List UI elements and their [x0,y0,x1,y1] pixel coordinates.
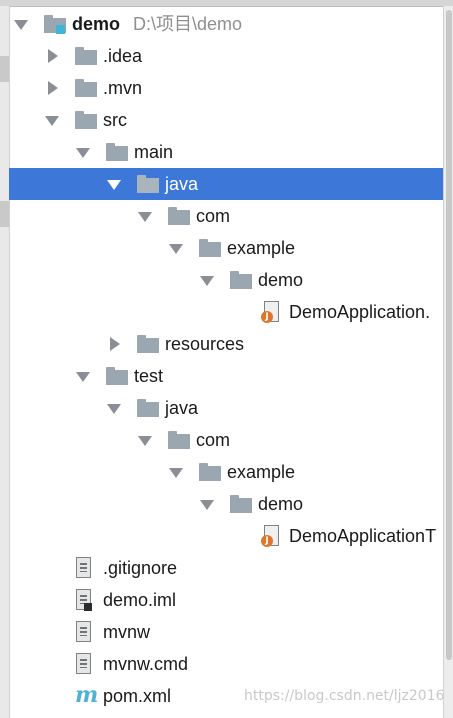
scrollbar-thumb[interactable] [446,10,452,660]
package-folder-icon [230,269,252,291]
tree-item-label: demo.iml [103,590,177,610]
tree-row-mvnw-cmd[interactable]: mvnw.cmd [9,648,443,680]
tree-item-label: demo [258,270,304,290]
folder-icon [75,109,97,131]
java-class-icon: J [261,301,283,323]
project-name: demo [72,14,121,34]
tree-row-demo-iml[interactable]: demo.iml [9,584,443,616]
java-class-icon: J [261,525,283,547]
tree-row-com[interactable]: com [9,200,443,232]
tree-row-mvn[interactable]: .mvn [9,72,443,104]
project-path: D:\项目\demo [133,14,243,34]
tree-item-label: .mvn [103,78,143,98]
tree-row-resources[interactable]: resources [9,328,443,360]
package-folder-icon [168,205,190,227]
folder-icon [106,365,128,387]
expand-arrow-icon[interactable] [169,241,183,255]
tree-item-label: .gitignore [103,558,178,578]
tree-row-project-root[interactable]: demo D:\项目\demo [9,8,443,40]
project-tree[interactable]: demo D:\项目\demo .idea .mvn src main java… [9,6,443,718]
gutter-tab[interactable] [0,56,9,82]
expand-arrow-icon[interactable] [45,113,59,127]
tree-item-label: com [196,206,231,226]
text-file-icon [73,557,95,579]
tree-row-demo-package[interactable]: demo [9,264,443,296]
tree-row-test-demo[interactable]: demo [9,488,443,520]
tree-row-demo-application-tests[interactable]: J DemoApplicationT [9,520,443,552]
resources-folder-icon [137,333,159,355]
text-file-icon [73,653,95,675]
tree-item-label: example [227,462,296,482]
tree-item-label: java [165,174,199,194]
expand-arrow-icon[interactable] [107,401,121,415]
watermark: https://blog.csdn.net/ljz2016 [244,688,445,704]
gutter-tab[interactable] [0,201,9,227]
tree-item-label: example [227,238,296,258]
tree-item-label: DemoApplication. [289,302,431,322]
expand-arrow-icon[interactable] [76,369,90,383]
tree-row-src[interactable]: src [9,104,443,136]
tree-item-label: pom.xml [103,686,172,706]
tree-item-label: main [134,142,174,162]
collapsed-arrow-icon[interactable] [45,49,59,63]
tree-item-label: mvnw.cmd [103,654,189,674]
tree-row-main-java[interactable]: java [9,168,443,200]
tree-item-label: com [196,430,231,450]
expand-arrow-icon[interactable] [76,145,90,159]
collapsed-arrow-icon[interactable] [45,81,59,95]
test-folder-icon [137,397,159,419]
module-folder-icon [44,13,66,35]
tree-row-test-example[interactable]: example [9,456,443,488]
package-folder-icon [199,461,221,483]
tree-row-mvnw[interactable]: mvnw [9,616,443,648]
tree-item-label: DemoApplicationT [289,526,437,546]
expand-arrow-icon[interactable] [107,177,121,191]
vertical-scrollbar[interactable] [443,6,453,718]
source-folder-icon [137,173,159,195]
tree-item-label: test [134,366,164,386]
tree-item-label: java [165,398,199,418]
expand-arrow-icon[interactable] [200,497,214,511]
tree-item-label: .idea [103,46,143,66]
text-file-icon [73,621,95,643]
folder-icon [106,141,128,163]
tree-item-label: src [103,110,127,130]
folder-icon [75,45,97,67]
tree-row-test[interactable]: test [9,360,443,392]
tree-item-label: demo [258,494,304,514]
expand-arrow-icon[interactable] [14,17,28,31]
expand-arrow-icon[interactable] [138,209,152,223]
iml-file-icon [73,589,95,611]
tree-row-example[interactable]: example [9,232,443,264]
tree-row-test-java[interactable]: java [9,392,443,424]
package-folder-icon [199,237,221,259]
expand-arrow-icon[interactable] [138,433,152,447]
expand-arrow-icon[interactable] [169,465,183,479]
tree-row-idea[interactable]: .idea [9,40,443,72]
tree-row-gitignore[interactable]: .gitignore [9,552,443,584]
package-folder-icon [230,493,252,515]
tree-row-main[interactable]: main [9,136,443,168]
tree-item-label: resources [165,334,245,354]
maven-icon: m [75,682,99,708]
tree-item-label: mvnw [103,622,151,642]
collapsed-arrow-icon[interactable] [107,337,121,351]
tree-row-test-com[interactable]: com [9,424,443,456]
folder-icon [75,77,97,99]
package-folder-icon [168,429,190,451]
expand-arrow-icon[interactable] [200,273,214,287]
tree-row-demo-application[interactable]: J DemoApplication. [9,296,443,328]
